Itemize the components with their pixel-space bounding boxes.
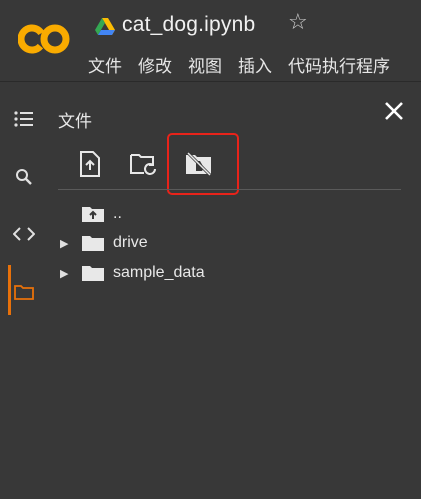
- refresh-button[interactable]: [130, 150, 158, 178]
- menu-bar: 文件 修改 视图 插入 代码执行程序: [88, 52, 390, 77]
- folder-icon: [82, 266, 104, 281]
- upload-file-icon: [80, 151, 100, 177]
- toolbar-divider: [58, 189, 401, 190]
- tree-item-label: sample_data: [113, 264, 205, 281]
- google-drive-icon: [95, 18, 115, 35]
- upload-file-button[interactable]: [76, 150, 104, 178]
- folder-icon[interactable]: [13, 281, 35, 303]
- top-bar: cat_dog.ipynb ☆ 文件 修改 视图 插入 代码执行程序: [0, 0, 421, 82]
- highlight-annotation: [167, 133, 239, 195]
- code-snippets-icon[interactable]: [13, 223, 35, 245]
- close-icon[interactable]: [384, 101, 404, 121]
- colab-logo[interactable]: [18, 24, 70, 54]
- notebook-title[interactable]: cat_dog.ipynb: [122, 13, 255, 37]
- menu-runtime[interactable]: 代码执行程序: [288, 52, 390, 77]
- folder-up-icon: [82, 207, 104, 222]
- refresh-icon: [130, 154, 156, 175]
- menu-view[interactable]: 视图: [188, 52, 222, 77]
- star-icon[interactable]: ☆: [288, 11, 308, 33]
- tree-item-drive[interactable]: ▶ drive: [58, 231, 148, 255]
- tree-item-label: drive: [113, 234, 148, 251]
- search-icon[interactable]: [13, 166, 35, 188]
- folder-icon: [82, 236, 104, 251]
- expand-caret-icon[interactable]: ▶: [60, 267, 72, 280]
- menu-insert[interactable]: 插入: [238, 52, 272, 77]
- tree-item-label: ..: [113, 205, 122, 222]
- menu-file[interactable]: 文件: [88, 52, 122, 77]
- menu-edit[interactable]: 修改: [138, 52, 172, 77]
- tree-item-parent[interactable]: ..: [58, 202, 122, 226]
- active-tab-indicator: [8, 265, 11, 315]
- expand-caret-icon[interactable]: ▶: [60, 237, 72, 250]
- tree-item-sample-data[interactable]: ▶ sample_data: [58, 261, 205, 285]
- table-of-contents-icon[interactable]: [13, 108, 35, 130]
- panel-title: 文件: [58, 112, 92, 131]
